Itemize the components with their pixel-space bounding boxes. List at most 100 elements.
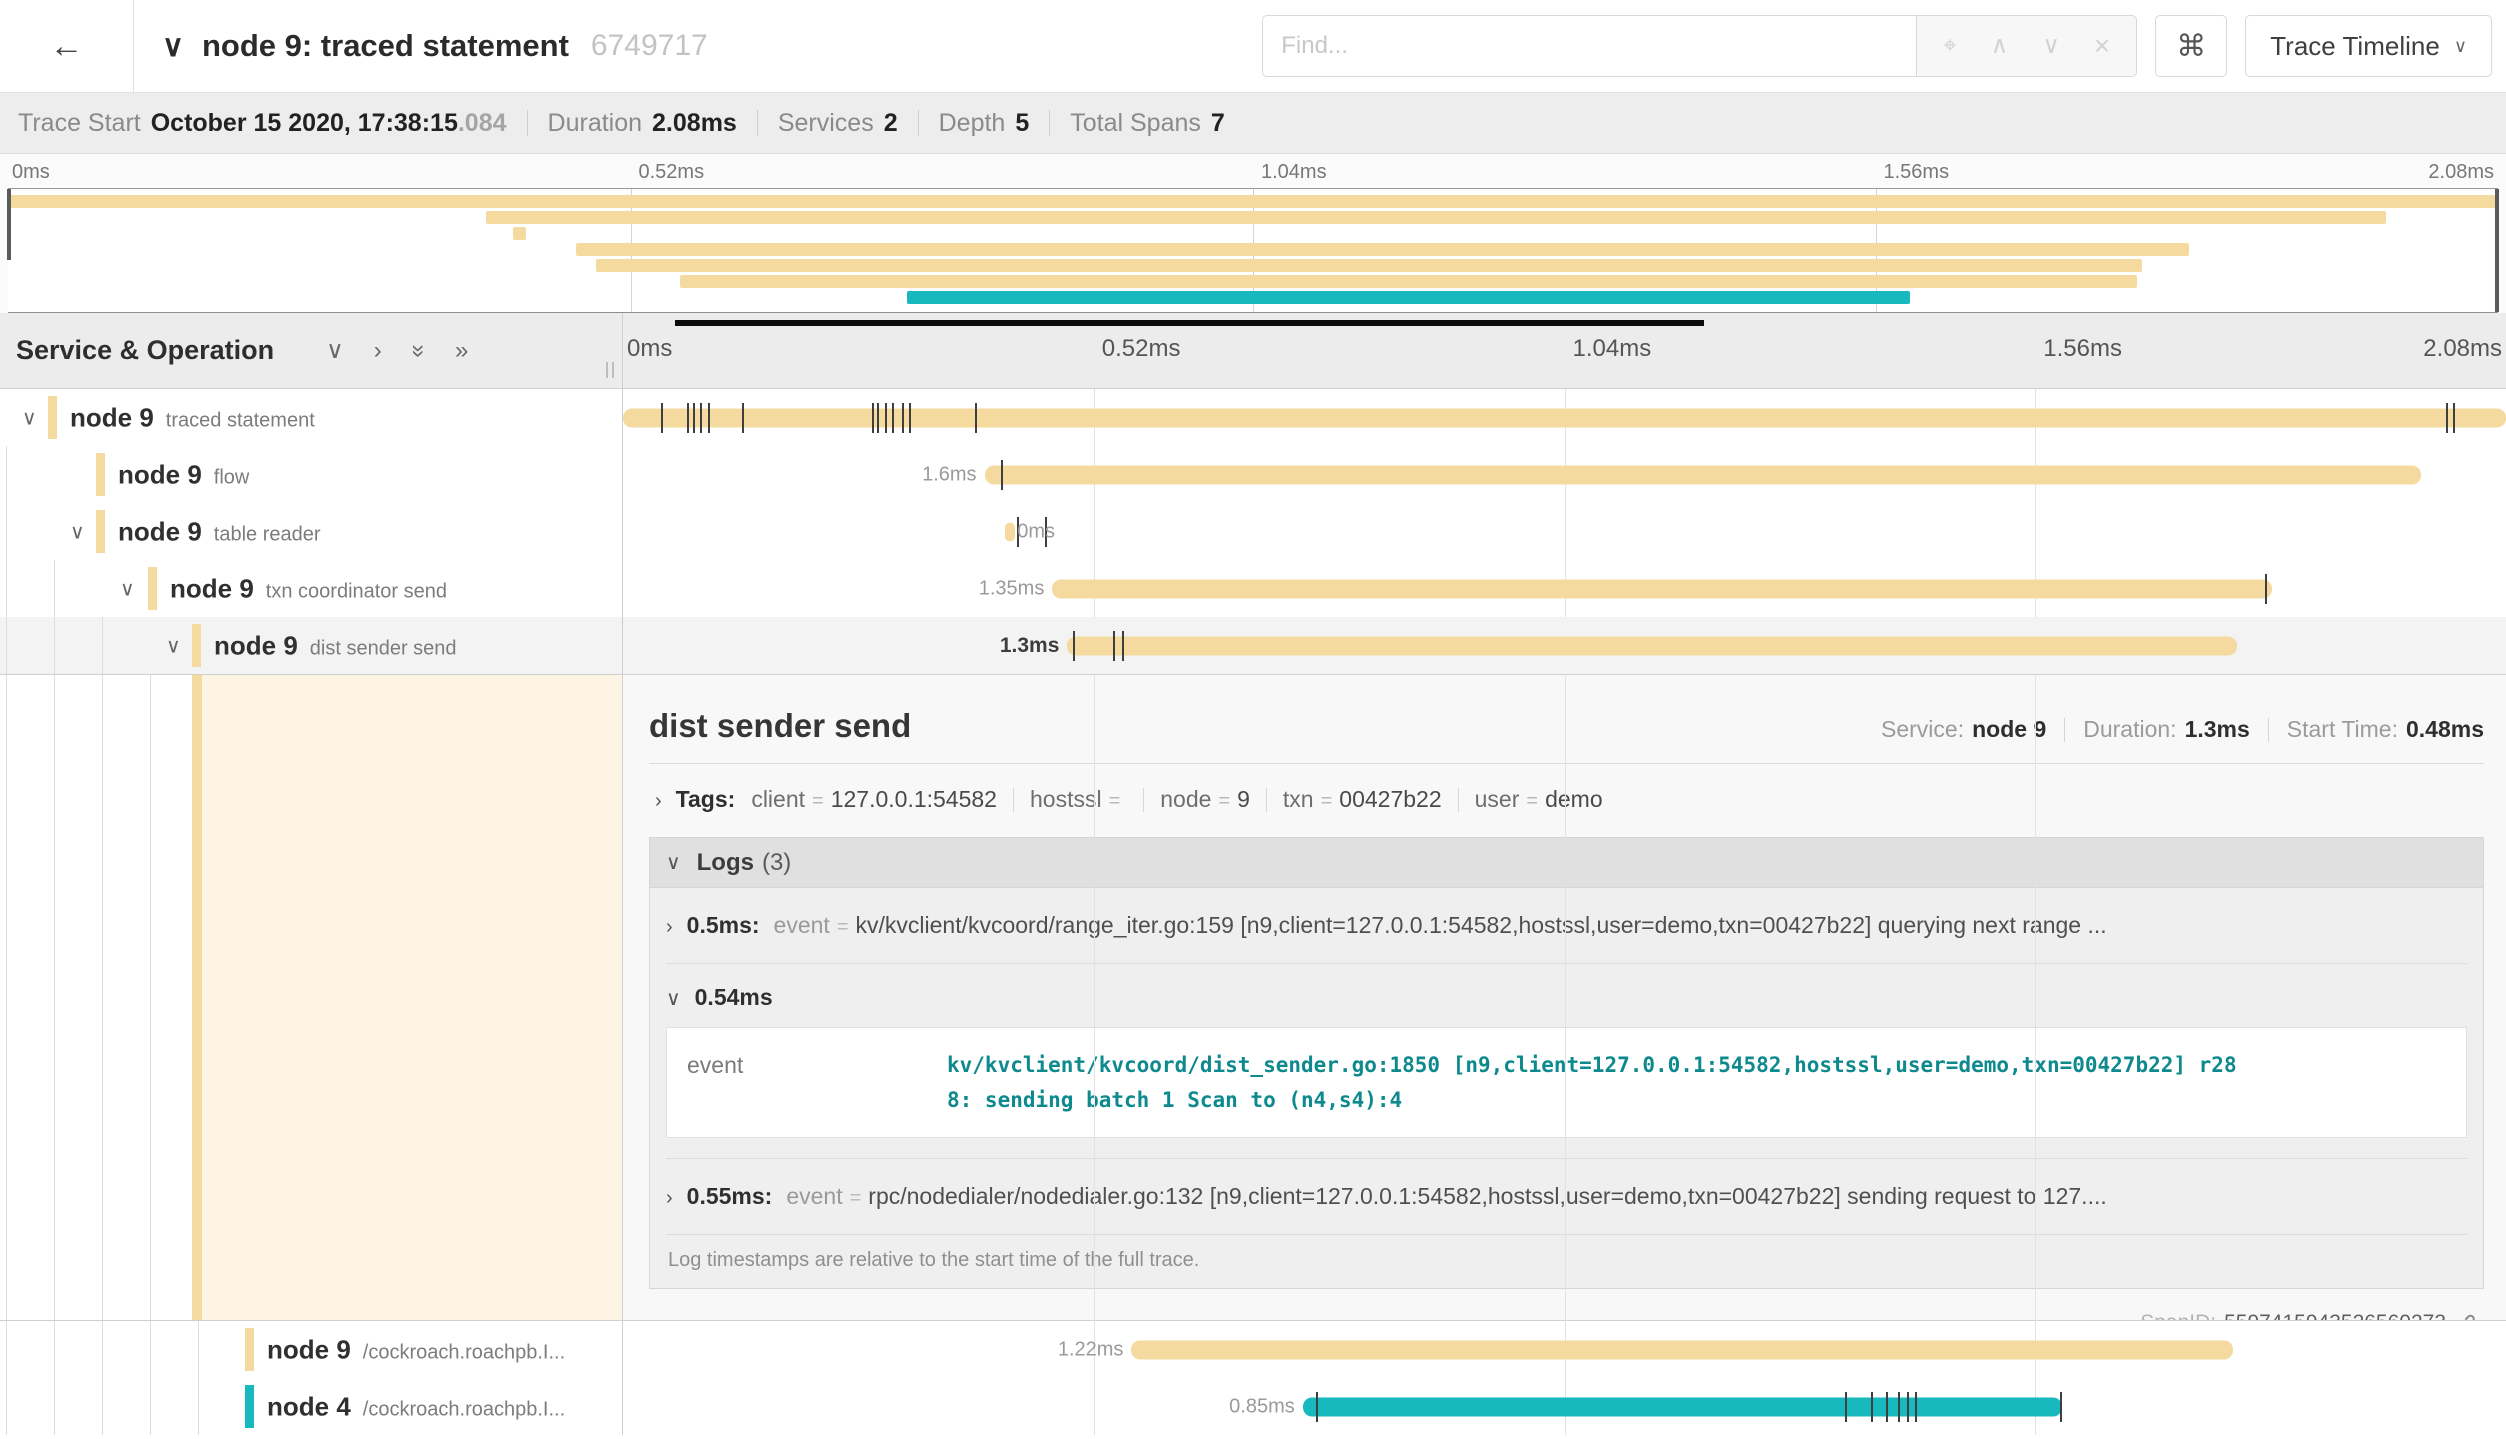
tags-row[interactable]: › Tags: client=127.0.0.1:54582hostssl=no… [649, 764, 2484, 833]
equals-sign: = [837, 916, 849, 939]
span-row[interactable]: node 9flow1.6ms [0, 446, 2506, 503]
tag-key: user [1475, 786, 1520, 813]
log-entry-collapsed[interactable]: ›0.5ms:event=kv/kvclient/kvcoord/range_i… [666, 888, 2467, 963]
separator [527, 110, 528, 136]
clear-find-icon[interactable]: × [2094, 32, 2110, 60]
log-marker-tick [708, 403, 710, 433]
service-name: node 9table reader [118, 516, 321, 547]
span-name-cell[interactable]: node 4/cockroach.roachpb.I... [0, 1378, 623, 1435]
span-bar[interactable] [1303, 1397, 2062, 1416]
span-bar[interactable] [623, 408, 2506, 427]
logs-header[interactable]: ∨ Logs (3) [650, 838, 2483, 888]
find-controls: ⌖ ∧ ∨ × [1917, 15, 2137, 77]
chevron-down-icon[interactable]: ∨ [70, 519, 85, 544]
equals-sign: = [1109, 790, 1121, 813]
span-rows-region: ∨node 9traced statementnode 9flow1.6ms∨n… [0, 389, 2506, 1435]
expand-one-level-icon[interactable]: › [374, 339, 382, 363]
log-entry-collapsed[interactable]: ›0.55ms:event=rpc/nodedialer/nodedialer.… [666, 1159, 2467, 1234]
log-entry-expanded-header[interactable]: ∨0.54ms [666, 964, 2467, 1017]
span-name-cell[interactable]: ∨node 9txn coordinator send [0, 560, 623, 617]
trace-view-selector-label: Trace Timeline [2270, 31, 2440, 62]
find-input[interactable] [1262, 15, 1917, 77]
span-duration-label: 1.22ms [1058, 1338, 1124, 1361]
service-operation-header: Service & Operation ∨ › » » [0, 313, 623, 388]
tag-value: demo [1545, 786, 1603, 813]
span-name-cell[interactable]: ∨ node 9traced statement [0, 389, 623, 446]
column-resize-grip[interactable] [606, 362, 614, 378]
keyboard-shortcuts-button[interactable]: ⌘ [2155, 15, 2227, 77]
span-name-cell[interactable]: node 9/cockroach.roachpb.I... [0, 1321, 623, 1378]
link-icon[interactable] [2454, 1311, 2478, 1320]
span-timeline-cell[interactable]: 1.22ms [623, 1321, 2506, 1378]
summary-value: 7 [1211, 109, 1225, 138]
meta-label: Start Time: [2287, 716, 2398, 743]
title-collapse-chevron-icon[interactable]: ∨ [162, 29, 184, 64]
expand-all-icon[interactable]: » [455, 339, 468, 363]
top-controls: ⌖ ∧ ∨ × ⌘ Trace Timeline ∨ [1262, 15, 2506, 77]
span-name-cell[interactable]: ∨node 9dist sender send [0, 617, 623, 674]
chevron-down-icon[interactable]: ∨ [166, 633, 181, 658]
equals-sign: = [1526, 790, 1538, 813]
tick-label: 2.08ms [2428, 161, 2494, 184]
span-name-cell[interactable]: ∨ node 9table reader [0, 503, 623, 560]
tags-label: Tags: [676, 786, 736, 813]
locate-icon[interactable]: ⌖ [1943, 34, 1957, 58]
span-timeline-cell[interactable]: 1.6ms [623, 446, 2506, 503]
log-marker-tick [1316, 1392, 1318, 1422]
span-bar[interactable] [985, 465, 2422, 484]
collapse-deep-icon[interactable]: » [406, 344, 430, 357]
span-color-stripe [192, 675, 202, 1320]
tag-pair: user = demo [1475, 786, 1603, 813]
next-result-icon[interactable]: ∨ [2042, 34, 2060, 58]
span-color-bar [245, 1385, 254, 1428]
span-detail-title: dist sender send [649, 707, 911, 745]
trace-view-selector[interactable]: Trace Timeline ∨ [2245, 15, 2492, 77]
operation-name: traced statement [166, 409, 315, 431]
span-row[interactable]: ∨ node 9traced statement [0, 389, 2506, 446]
summary-value: 2.08ms [652, 109, 737, 138]
timeline-minimap: 0ms0.52ms1.04ms1.56ms2.08ms [0, 154, 2506, 313]
viewport-drag-handle-left[interactable] [7, 189, 11, 260]
log-marker-tick [700, 403, 702, 433]
viewport-drag-handle-right[interactable] [2495, 189, 2499, 312]
find-group: ⌖ ∧ ∨ × [1262, 15, 2137, 77]
chevron-down-icon[interactable]: ∨ [22, 405, 37, 430]
span-timeline-cell[interactable] [623, 389, 2506, 446]
indent-guide [54, 560, 55, 617]
tick-label: 1.56ms [2043, 335, 2122, 363]
span-bar[interactable] [1052, 579, 2272, 598]
chevron-down-icon[interactable]: ∨ [120, 576, 135, 601]
tag-value: 127.0.0.1:54582 [831, 786, 997, 813]
span-row[interactable]: ∨node 9dist sender send1.3ms [0, 617, 2506, 674]
log-value: rpc/nodedialer/nodedialer.go:132 [n9,cli… [868, 1183, 2106, 1210]
tag-key: txn [1283, 786, 1314, 813]
log-marker-tick [1001, 460, 1003, 490]
minimap-canvas[interactable] [8, 188, 2498, 313]
back-arrow-icon: ← [50, 27, 84, 66]
meta-value: 1.3ms [2185, 716, 2250, 743]
back-button[interactable]: ← [0, 0, 134, 92]
indent-guide [102, 1321, 103, 1378]
indent-guide [150, 1321, 151, 1378]
span-row[interactable]: node 9/cockroach.roachpb.I... 1.22ms [0, 1321, 2506, 1378]
span-name-cell[interactable]: node 9flow [0, 446, 623, 503]
span-row[interactable]: ∨ node 9table reader 0ms [0, 503, 2506, 560]
span-bar[interactable] [1005, 522, 1014, 541]
collapse-all-icon[interactable]: ∨ [326, 339, 344, 363]
span-timeline-cell[interactable]: 1.3ms [623, 617, 2506, 674]
span-timeline-cell[interactable]: 1.35ms [623, 560, 2506, 617]
indent-guide [6, 503, 7, 560]
log-key: event [774, 912, 830, 939]
prev-result-icon[interactable]: ∧ [1991, 34, 2009, 58]
log-marker-tick [2453, 403, 2455, 433]
span-row[interactable]: node 4/cockroach.roachpb.I... 0.85ms [0, 1378, 2506, 1435]
log-timestamp: 0.55ms: [687, 1183, 773, 1210]
span-timeline-cell[interactable]: 0ms [623, 503, 2506, 560]
span-bar[interactable] [1131, 1340, 2233, 1359]
span-duration-label: 0.85ms [1229, 1395, 1295, 1418]
span-row[interactable]: ∨node 9txn coordinator send1.35ms [0, 560, 2506, 617]
span-bar[interactable] [1067, 636, 2236, 655]
service-name: node 9traced statement [70, 402, 315, 433]
span-timeline-cell[interactable]: 0.85ms [623, 1378, 2506, 1435]
minimap-span-bar [513, 227, 525, 240]
